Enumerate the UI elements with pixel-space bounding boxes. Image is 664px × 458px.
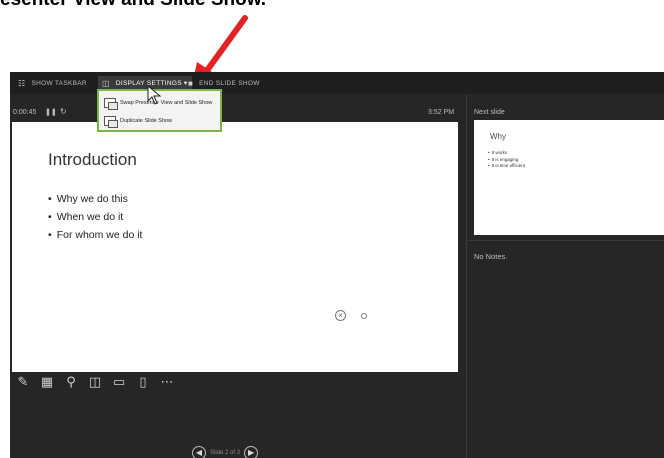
next-slide-bullet-list: It works It is engaging It is time effic… [488, 150, 525, 170]
slide-bullet: When we do it [48, 208, 142, 226]
previous-slide-icon[interactable]: ◀ [192, 446, 206, 458]
subtitles-icon[interactable]: ▭ [112, 376, 126, 390]
show-taskbar-button[interactable]: ☷ SHOW TASKBAR [18, 72, 87, 94]
duplicate-screens-icon [104, 116, 118, 128]
end-slide-show-label: END SLIDE SHOW [199, 79, 260, 87]
slide-navigation: ◀ Slide 2 of 3 ▶ [188, 446, 262, 458]
show-taskbar-label: SHOW TASKBAR [31, 79, 87, 87]
taskbar-icon: ☷ [18, 78, 26, 88]
all-slides-icon[interactable]: ▦ [40, 376, 54, 390]
slide-counter: Slide 2 of 3 [210, 450, 241, 456]
menu-item-label: Swap Presenter View and Slide Show [120, 100, 213, 106]
menu-item-label: Duplicate Slide Show [120, 118, 172, 124]
swap-screens-icon [104, 98, 118, 110]
slide-title: Introduction [48, 150, 137, 169]
duplicate-slide-show-menu-item[interactable]: Duplicate Slide Show [104, 114, 172, 128]
next-slide-thumbnail[interactable]: Why It works It is engaging It is time e… [474, 120, 664, 235]
elapsed-timer: 0:00:45 [13, 109, 37, 116]
pane-divider [466, 94, 467, 458]
next-slide-label: Next slide [474, 109, 505, 116]
display-switch-icon[interactable]: ◫ [88, 376, 102, 390]
notes-divider [467, 240, 664, 241]
end-show-icon: ■ [188, 78, 194, 88]
slide-bullet-list: Why we do this When we do it For whom we… [48, 190, 143, 244]
mouse-pointer-icon [147, 85, 162, 105]
more-options-icon[interactable]: ⋯ [160, 376, 174, 390]
slide-bullet: For whom we do it [48, 226, 143, 244]
close-circle-icon[interactable]: × [335, 310, 346, 321]
camera-icon[interactable]: ▯ [136, 376, 150, 390]
current-slide[interactable]: Introduction Why we do this When we do i… [12, 122, 458, 372]
next-slide-title: Why [490, 132, 506, 141]
zoom-icon[interactable]: ⚲ [64, 376, 78, 390]
speaker-notes: No Notes. [474, 252, 508, 261]
pen-icon[interactable]: ✎ [16, 376, 30, 390]
slide-bullet: Why we do this [48, 190, 142, 208]
display-settings-button[interactable]: ◫ DISPLAY SETTINGS ▾ [98, 76, 192, 90]
clock: 3:52 PM [428, 109, 455, 116]
slide-tools: ✎ ▦ ⚲ ◫ ▭ ▯ ⋯ [16, 376, 184, 390]
circle-icon[interactable] [361, 313, 367, 319]
instruction-heading-text: esenter View and Slide Show. [0, 0, 420, 12]
presenter-view-window: ☷ SHOW TASKBAR ◫ DISPLAY SETTINGS ▾ ■ EN… [10, 72, 664, 458]
pause-icon[interactable]: ❚❚ [45, 108, 57, 116]
next-slide-bullet: It is time efficient [488, 163, 525, 170]
display-icon: ◫ [102, 78, 110, 88]
reset-icon[interactable]: ↻ [60, 107, 67, 116]
next-slide-icon[interactable]: ▶ [244, 446, 259, 458]
